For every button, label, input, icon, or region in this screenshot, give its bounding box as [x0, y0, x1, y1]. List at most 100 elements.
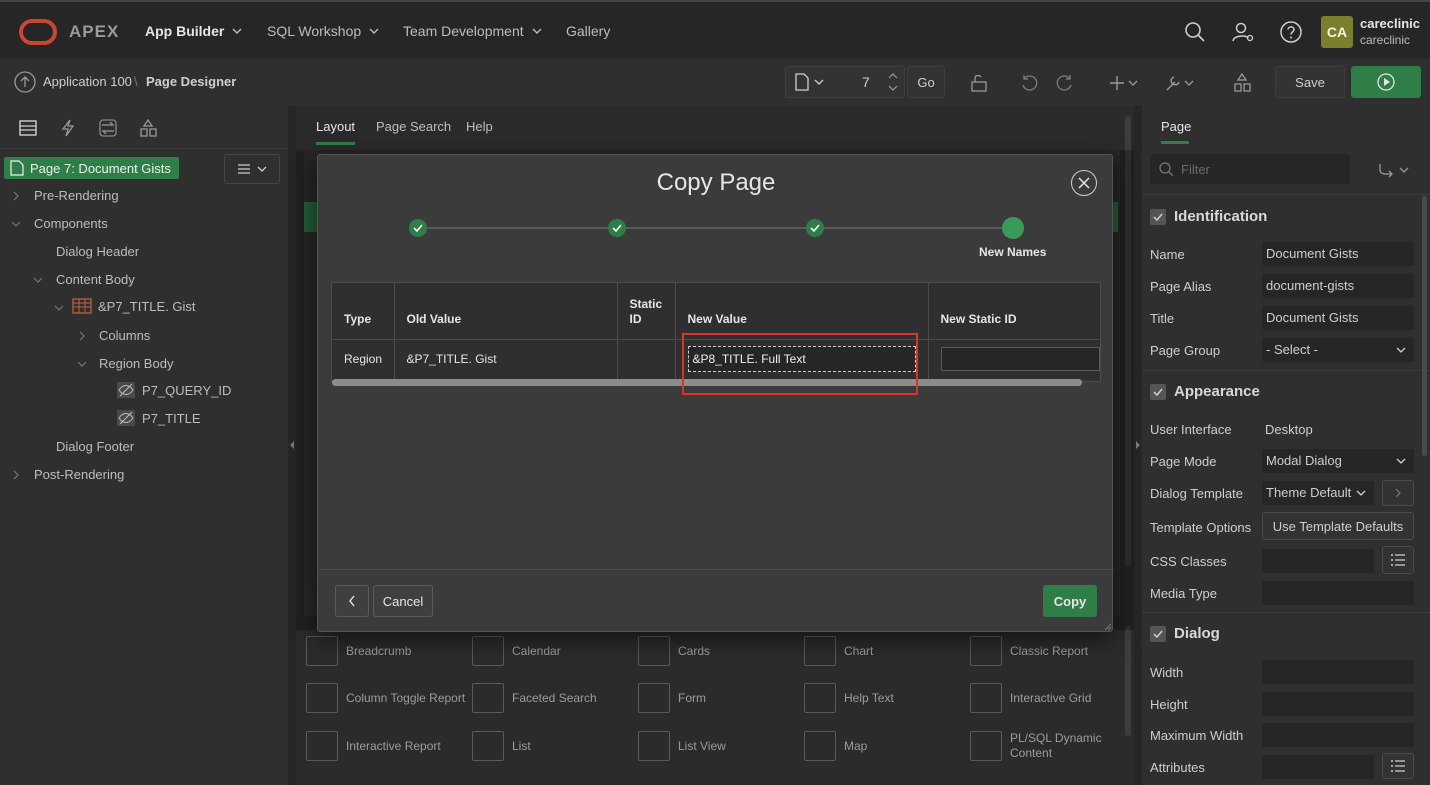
go-to-group-icon[interactable]: [1378, 162, 1414, 178]
chevron-down-icon[interactable]: [11, 219, 21, 229]
gallery-item[interactable]: Cards: [638, 636, 710, 666]
tree-dialog-header[interactable]: Dialog Header: [56, 244, 139, 259]
user-settings-icon[interactable]: [1231, 20, 1255, 44]
nav-app-builder[interactable]: App Builder: [145, 23, 242, 39]
processing-tab-icon[interactable]: [98, 118, 118, 138]
tree-region-body[interactable]: Region Body: [99, 356, 173, 371]
dynamic-actions-tab-icon[interactable]: [58, 118, 78, 138]
tree-post-rendering[interactable]: Post-Rendering: [34, 467, 124, 482]
page-selector[interactable]: 7: [785, 66, 905, 98]
tab-page[interactable]: Page: [1161, 119, 1191, 134]
previous-button[interactable]: [335, 585, 369, 617]
css-list-button[interactable]: [1382, 546, 1414, 574]
gallery-scrollbar[interactable]: [1125, 626, 1131, 736]
section-dialog[interactable]: Dialog: [1150, 625, 1220, 642]
tree-components[interactable]: Components: [34, 216, 108, 231]
redo-icon[interactable]: [1055, 73, 1075, 93]
tree-item-query-id[interactable]: P7_QUERY_ID: [116, 381, 231, 399]
user-workspace[interactable]: careclinic: [1360, 33, 1410, 47]
use-template-defaults-button[interactable]: Use Template Defaults: [1262, 512, 1414, 540]
go-button[interactable]: Go: [907, 66, 945, 98]
gallery-item[interactable]: Interactive Grid: [970, 683, 1091, 713]
avatar[interactable]: CA: [1321, 16, 1353, 48]
gallery-item[interactable]: Chart: [804, 636, 873, 666]
prop-maxwidth-field[interactable]: [1262, 723, 1414, 747]
prop-template-select[interactable]: Theme Default: [1262, 481, 1374, 505]
collapse-right-icon[interactable]: [1135, 440, 1141, 450]
tab-page-search[interactable]: Page Search: [376, 119, 451, 134]
gallery-item[interactable]: Breadcrumb: [306, 636, 411, 666]
gallery-item[interactable]: PL/SQL Dynamic Content: [970, 731, 1120, 761]
prop-title-field[interactable]: Document Gists: [1262, 306, 1414, 330]
template-go-button[interactable]: [1382, 480, 1414, 506]
search-icon[interactable]: [1183, 20, 1207, 44]
new-static-id-input[interactable]: [940, 347, 1100, 372]
chevron-right-icon[interactable]: [11, 191, 21, 201]
prop-height-field[interactable]: [1262, 692, 1414, 716]
shared-components-icon[interactable]: [1232, 72, 1252, 94]
nav-sql-workshop[interactable]: SQL Workshop: [267, 23, 379, 39]
cancel-button[interactable]: Cancel: [373, 585, 433, 617]
prop-css-field[interactable]: [1262, 549, 1374, 573]
add-icon[interactable]: [1110, 73, 1140, 93]
utilities-wrench-icon[interactable]: [1164, 73, 1196, 93]
prop-group-select[interactable]: - Select -: [1262, 338, 1414, 362]
gallery-item[interactable]: Interactive Report: [306, 731, 441, 761]
oracle-logo-icon[interactable]: [19, 19, 57, 45]
undo-icon[interactable]: [1019, 73, 1039, 93]
chevron-down-icon[interactable]: [77, 359, 87, 369]
collapse-left-icon[interactable]: [289, 440, 295, 450]
tab-layout[interactable]: Layout: [316, 119, 356, 145]
gallery-item[interactable]: Map: [804, 731, 867, 761]
chevron-down-icon[interactable]: [54, 303, 64, 313]
close-button[interactable]: [1071, 170, 1097, 196]
lock-icon[interactable]: [969, 73, 989, 93]
tree-dialog-footer[interactable]: Dialog Footer: [56, 439, 134, 454]
gallery-item[interactable]: List: [472, 731, 531, 761]
resize-handle-icon[interactable]: [1104, 623, 1112, 631]
arrow-up-circle-icon[interactable]: [14, 71, 36, 93]
nav-gallery[interactable]: Gallery: [566, 23, 610, 39]
shared-components-tab-icon[interactable]: [138, 118, 158, 138]
run-page-button[interactable]: [1351, 66, 1421, 98]
prop-alias-field[interactable]: document-gists: [1262, 274, 1414, 298]
copy-button[interactable]: Copy: [1043, 585, 1097, 617]
user-name[interactable]: careclinic: [1360, 16, 1420, 31]
gallery-item[interactable]: Classic Report: [970, 636, 1088, 666]
prop-media-field[interactable]: [1262, 581, 1414, 605]
nav-team-development[interactable]: Team Development: [403, 23, 542, 39]
tree-menu-button[interactable]: [224, 154, 280, 184]
chevron-right-icon[interactable]: [11, 470, 21, 480]
tree-region-node[interactable]: &P7_TITLE. Gist: [72, 298, 196, 314]
save-button[interactable]: Save: [1275, 66, 1345, 98]
section-identification[interactable]: Identification: [1150, 208, 1267, 225]
tree-columns[interactable]: Columns: [99, 328, 150, 343]
gallery-item[interactable]: List View: [638, 731, 726, 761]
section-appearance[interactable]: Appearance: [1150, 383, 1260, 400]
gallery-item[interactable]: Column Toggle Report: [306, 683, 465, 713]
apex-logo-text[interactable]: APEX: [69, 22, 119, 42]
stepper-icon[interactable]: [888, 72, 898, 92]
tree-content-body[interactable]: Content Body: [56, 272, 135, 287]
tree-pre-rendering[interactable]: Pre-Rendering: [34, 188, 119, 203]
prop-width-field[interactable]: [1262, 660, 1414, 684]
breadcrumb-application[interactable]: Application 100: [43, 74, 132, 89]
chevron-right-icon[interactable]: [77, 331, 87, 341]
prop-mode-select[interactable]: Modal Dialog: [1262, 449, 1414, 473]
gallery-item[interactable]: Help Text: [804, 683, 894, 713]
property-scrollbar[interactable]: [1422, 196, 1427, 456]
tree-page-node[interactable]: Page 7: Document Gists: [4, 157, 179, 179]
page-number-input[interactable]: 7: [862, 74, 870, 90]
prop-attributes-field[interactable]: [1262, 755, 1374, 779]
prop-name-field[interactable]: Document Gists: [1262, 242, 1414, 266]
gallery-item[interactable]: Form: [638, 683, 706, 713]
tab-help[interactable]: Help: [466, 119, 493, 134]
help-icon[interactable]: [1279, 20, 1303, 44]
gallery-item[interactable]: Faceted Search: [472, 683, 597, 713]
attributes-list-button[interactable]: [1382, 753, 1414, 779]
gallery-item[interactable]: Calendar: [472, 636, 561, 666]
tree-item-title[interactable]: P7_TITLE: [116, 409, 201, 427]
rendering-tab-icon[interactable]: [18, 118, 38, 138]
chevron-down-icon[interactable]: [33, 275, 43, 285]
filter-input[interactable]: Filter: [1150, 154, 1350, 184]
